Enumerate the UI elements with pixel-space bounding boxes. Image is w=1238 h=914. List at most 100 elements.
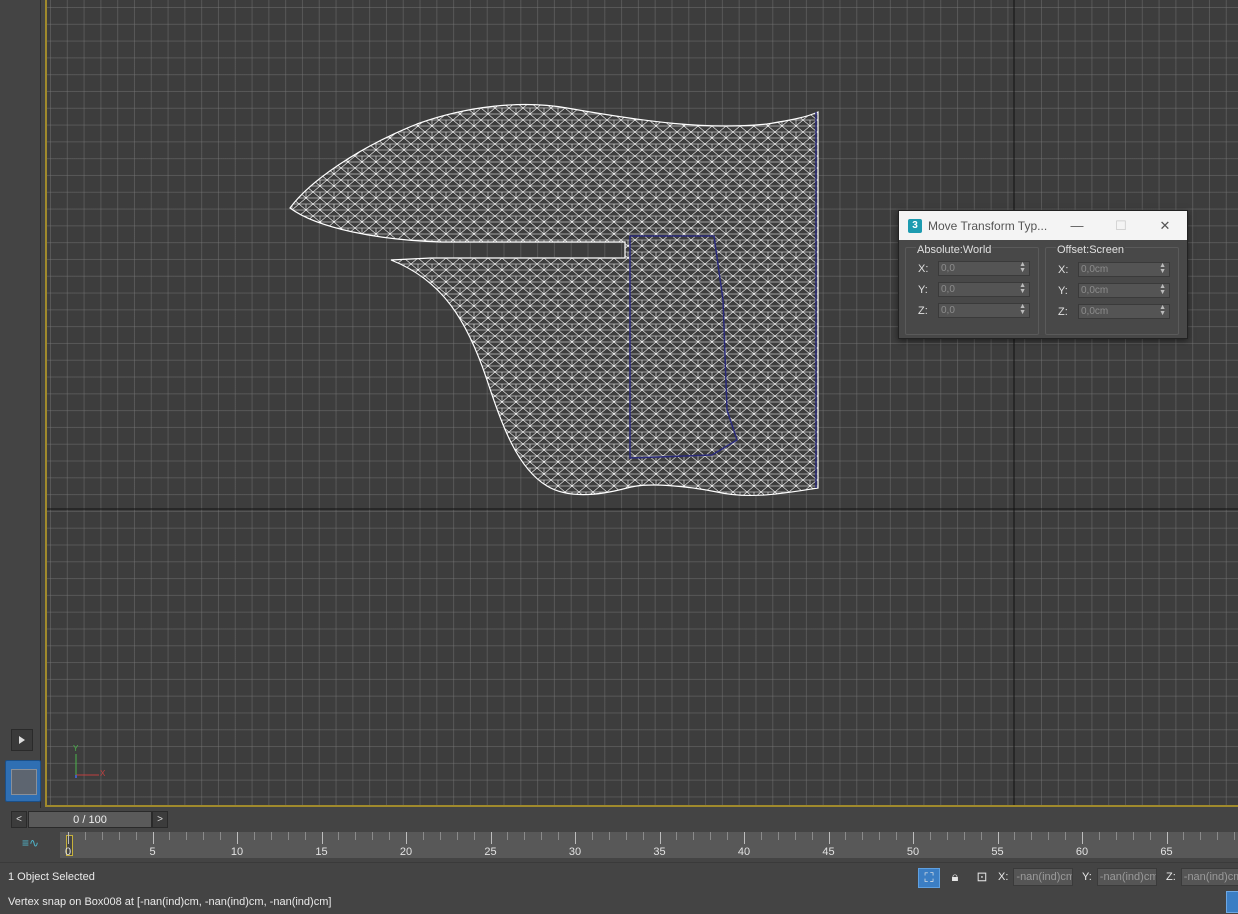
minimize-icon[interactable]: — [1055,211,1099,240]
status-bar: 1 Object Selected Vertex snap on Box008 … [0,862,1238,914]
absolute-world-label: Absolute:World [916,244,993,256]
lock-icon[interactable]: 🔒︎ [945,868,965,886]
play-icon[interactable] [11,729,33,751]
absolute-y-spinner[interactable]: 0,0 ▲ ▼ [938,282,1030,297]
divider [40,0,41,808]
ruler-tick [642,832,644,840]
ruler-tick [659,832,661,844]
ruler-tick [541,832,543,840]
ruler-tick [321,832,323,844]
ruler-tick [879,832,881,840]
absolute-mode-icon[interactable]: ⊡ [972,868,992,886]
ruler-tick [963,832,965,840]
ruler-tick [507,832,509,840]
ruler-label: 65 [1160,846,1173,858]
time-slider[interactable]: 0 / 100 [28,811,152,828]
offset-z-spinner[interactable]: 0,0cm ▲ ▼ [1078,304,1170,319]
ruler-tick [710,832,712,840]
ruler-tick [1234,832,1236,840]
axis-label: X: [918,262,929,275]
spinner-arrows-icon[interactable]: ▲ ▼ [1019,303,1026,316]
ruler-tick [946,832,948,840]
spinner-arrows-icon[interactable]: ▲ ▼ [1159,283,1166,296]
ruler-tick [760,832,762,840]
offset-x-spinner[interactable]: 0,0cm ▲ ▼ [1078,262,1170,277]
ruler-tick [84,832,86,840]
ruler-tick [862,832,864,840]
ruler-label: 30 [568,846,582,858]
coord-z-field[interactable]: -nan(ind)cm [1180,868,1238,886]
ruler-tick [625,832,627,840]
ruler-tick [101,832,103,840]
ruler-label: 60 [1075,846,1089,858]
absolute-x-row: X: 0,0 ▲ ▼ [918,261,1030,276]
ruler-tick [490,832,492,844]
ruler-label: 55 [991,846,1004,858]
spinner-arrows-icon[interactable]: ▲ ▼ [1159,304,1166,317]
ruler-tick [287,832,289,840]
axis-y-label: Y [73,744,79,753]
ruler-tick [406,832,407,844]
ruler-tick [1183,832,1185,840]
absolute-x-spinner[interactable]: 0,0 ▲ ▼ [938,261,1030,276]
spinner-arrows-icon[interactable]: ▲ ▼ [1019,282,1026,295]
ruler-tick [693,832,695,840]
dialog-title: Move Transform Typ... [928,218,1048,233]
ruler-label: 5 [149,846,156,858]
ruler-tick [473,832,475,840]
ruler-tick [186,832,188,840]
ruler-tick [1115,832,1117,840]
absolute-z-spinner[interactable]: 0,0 ▲ ▼ [938,303,1030,318]
axis-label: Z: [918,304,928,317]
offset-z-row: Z: 0,0cm ▲ ▼ [1058,304,1170,319]
previous-frame-button[interactable]: < [11,811,27,828]
ruler-tick [1065,832,1067,840]
ruler-tick [794,832,796,840]
ruler-label: 25 [484,846,497,858]
ruler-tick [270,832,272,840]
coordinate-display-button[interactable] [1226,891,1238,913]
ruler-tick [744,832,745,844]
left-toolbar [0,0,44,808]
viewport-front[interactable]: Y X [45,0,1238,807]
ruler-label: 35 [653,846,666,858]
ruler-tick [1217,832,1219,840]
curve-editor-icon[interactable]: ≡∿ [22,836,39,850]
dialog-titlebar[interactable]: 3 Move Transform Typ... — ☐ ✕ [899,211,1187,240]
ruler-label: 45 [822,846,835,858]
offset-y-spinner[interactable]: 0,0cm ▲ ▼ [1078,283,1170,298]
next-frame-button[interactable]: > [152,811,168,828]
ruler-tick [845,832,847,840]
coord-z: Z: -nan(ind)cm [1166,868,1238,886]
ruler-tick [152,832,154,844]
axis-label: X: [1058,263,1069,276]
ruler-tick [591,832,593,840]
offset-screen-label: Offset:Screen [1056,244,1126,256]
ruler-label: 20 [399,846,413,858]
ruler-tick [575,832,576,844]
wireframe-mesh [47,0,1238,805]
axis-tripod-icon [75,754,99,778]
spinner-arrows-icon[interactable]: ▲ ▼ [1019,261,1026,274]
ruler-tick [253,832,255,840]
prompt-line: Vertex snap on Box008 at [-nan(ind)cm, -… [8,896,332,908]
coord-x-field[interactable]: -nan(ind)cm [1013,868,1074,886]
track-ruler[interactable]: 0 5 10 15 20 25 30 35 40 45 50 55 60 65 [60,832,1238,858]
ruler-tick [1166,832,1168,844]
ruler-tick [422,832,424,840]
selection-lock-icon-area[interactable]: ⛶ [918,868,940,888]
coord-y-field[interactable]: -nan(ind)cm [1096,868,1157,886]
ruler-tick [1200,832,1202,840]
ruler-tick [203,832,205,840]
ruler-tick [372,832,374,840]
ruler-tick [1031,832,1033,840]
ruler-tick [811,832,813,840]
close-icon[interactable]: ✕ [1143,211,1187,240]
coord-x: X: -nan(ind)cm [998,868,1074,886]
ruler-tick [1082,832,1083,844]
viewport-layout-button[interactable] [5,760,41,802]
coord-z-label: Z: [1166,871,1176,883]
spinner-arrows-icon[interactable]: ▲ ▼ [1159,262,1166,275]
ruler-label: 10 [230,846,244,858]
viewport-layout-icon [11,769,37,795]
